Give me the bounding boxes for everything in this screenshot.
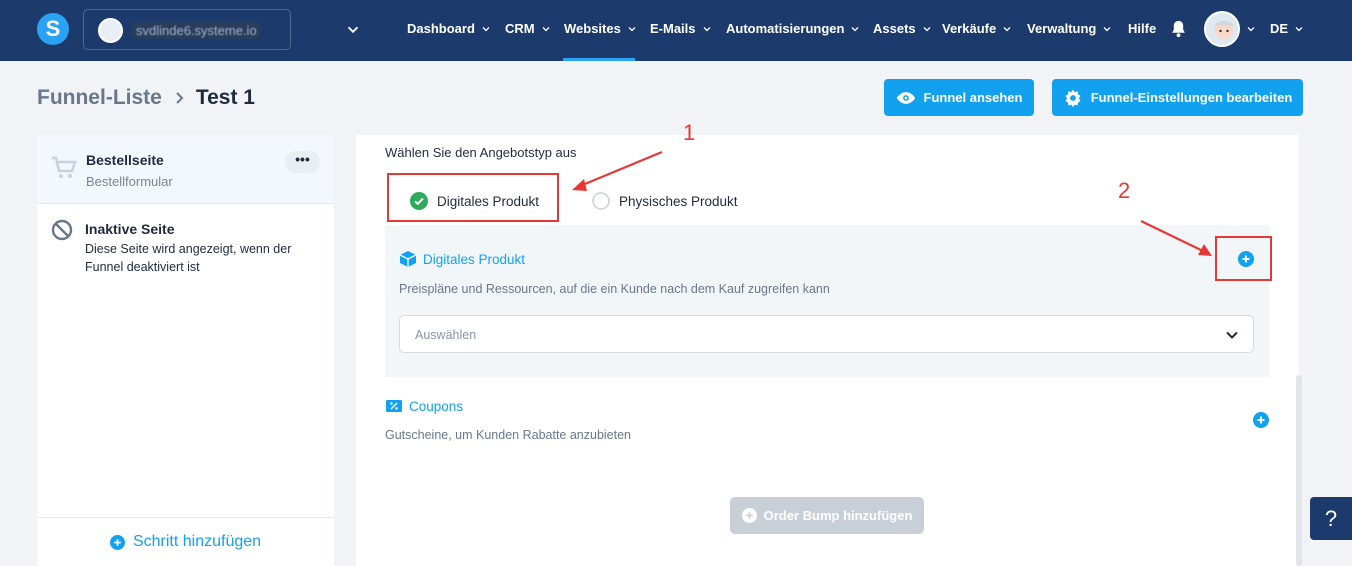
eye-icon	[896, 91, 915, 104]
offer-type-label: Wählen Sie den Angebotstyp aus	[385, 145, 577, 160]
breadcrumb: Funnel-Liste Test 1	[37, 86, 255, 110]
coupons-title: Coupons	[385, 397, 463, 415]
digital-product-select[interactable]: Auswählen	[399, 315, 1254, 353]
chevron-right-icon	[176, 92, 184, 104]
option-physical-label: Physisches Produkt	[619, 193, 738, 209]
funnel-steps-sidebar: Bestellseite Bestellformular ••• Inaktiv…	[37, 135, 334, 566]
box-icon	[399, 251, 417, 267]
coupons-description: Gutscheine, um Kunden Rabatte anzubieten	[385, 428, 632, 442]
user-face-icon	[1206, 13, 1238, 45]
scrollbar[interactable]	[1296, 375, 1302, 566]
funnel-settings-label: Funnel-Einstellungen bearbeiten	[1090, 90, 1293, 105]
nav-emails[interactable]: E-Mails	[650, 21, 712, 36]
add-step-button[interactable]: Schritt hinzufügen	[37, 517, 334, 566]
coupons-title-text: Coupons	[409, 398, 464, 414]
digital-product-title-text: Digitales Produkt	[423, 251, 526, 267]
chevron-down-icon	[542, 26, 550, 31]
help-button[interactable]: ?	[1310, 497, 1352, 540]
step-order-page[interactable]: Bestellseite Bestellformular •••	[37, 135, 334, 204]
gear-icon	[1065, 89, 1081, 107]
nav-sales[interactable]: Verkäufe	[942, 21, 1012, 36]
plus-circle-icon	[741, 508, 757, 523]
add-coupon-icon[interactable]	[1253, 412, 1269, 428]
annotation-label-2: 2	[1118, 178, 1131, 203]
chevron-down-icon	[482, 26, 490, 31]
add-order-bump-label: Order Bump hinzufügen	[763, 508, 913, 523]
annotation-box-1	[387, 173, 559, 222]
top-navigation-bar: S svdlinde6.systeme.io Dashboard CRM Web…	[0, 0, 1352, 61]
account-name: svdlinde6.systeme.io	[132, 22, 261, 39]
user-avatar[interactable]	[1204, 11, 1240, 47]
inactive-step-description: Diese Seite wird angezeigt, wenn der Fun…	[85, 242, 292, 274]
chevron-down-icon	[1226, 331, 1238, 339]
view-funnel-button[interactable]: Funnel ansehen	[884, 79, 1034, 116]
chevron-down-icon	[347, 26, 359, 34]
account-switcher[interactable]: svdlinde6.systeme.io	[83, 9, 359, 50]
inactive-step-title[interactable]: Inaktive Seite	[85, 221, 175, 237]
nav-help[interactable]: Hilfe	[1128, 21, 1156, 36]
nav-administration[interactable]: Verwaltung	[1027, 21, 1112, 36]
step-subtitle: Bestellformular	[86, 174, 173, 189]
step-title: Bestellseite	[86, 152, 164, 168]
page-title: Test 1	[195, 86, 255, 109]
nav-crm[interactable]: CRM	[505, 21, 551, 36]
funnel-settings-button[interactable]: Funnel-Einstellungen bearbeiten	[1052, 79, 1303, 116]
chevron-down-icon	[1103, 26, 1111, 31]
chevron-down-icon	[628, 26, 636, 31]
chevron-down-icon	[852, 26, 859, 31]
chevron-down-icon	[1003, 26, 1011, 31]
chevron-down-icon	[1247, 27, 1255, 32]
ban-icon	[51, 219, 73, 241]
select-placeholder: Auswählen	[415, 328, 477, 342]
annotation-box-2	[1215, 236, 1272, 281]
digital-product-description: Preispläne und Ressourcen, auf die ein K…	[399, 282, 830, 296]
systeme-logo[interactable]: S	[37, 13, 69, 45]
bell-icon[interactable]	[1170, 19, 1187, 38]
coupon-icon	[386, 400, 402, 412]
chevron-down-icon	[1295, 26, 1303, 31]
chevron-down-icon	[923, 26, 931, 31]
add-order-bump-button[interactable]: Order Bump hinzufügen	[730, 497, 924, 534]
plus-circle-icon	[109, 534, 125, 550]
view-funnel-label: Funnel ansehen	[923, 90, 1023, 105]
radio-empty-icon	[592, 192, 610, 210]
account-avatar	[98, 18, 123, 43]
chevron-down-icon	[703, 26, 710, 31]
step-menu-button[interactable]: •••	[285, 151, 320, 173]
digital-product-section	[385, 225, 1269, 377]
option-physical-product[interactable]: Physisches Produkt	[592, 192, 738, 210]
nav-dashboard[interactable]: Dashboard	[407, 21, 491, 36]
nav-assets[interactable]: Assets	[873, 21, 932, 36]
digital-product-title: Digitales Produkt	[399, 250, 525, 268]
annotation-label-1: 1	[683, 120, 696, 145]
shopping-cart-icon	[52, 156, 77, 178]
language-switcher[interactable]: DE	[1270, 21, 1304, 36]
breadcrumb-parent-link[interactable]: Funnel-Liste	[37, 86, 162, 110]
nav-active-indicator	[563, 58, 635, 61]
nav-automations[interactable]: Automatisierungen	[726, 21, 860, 36]
add-step-label: Schritt hinzufügen	[132, 533, 262, 550]
nav-websites[interactable]: Websites	[564, 21, 637, 36]
